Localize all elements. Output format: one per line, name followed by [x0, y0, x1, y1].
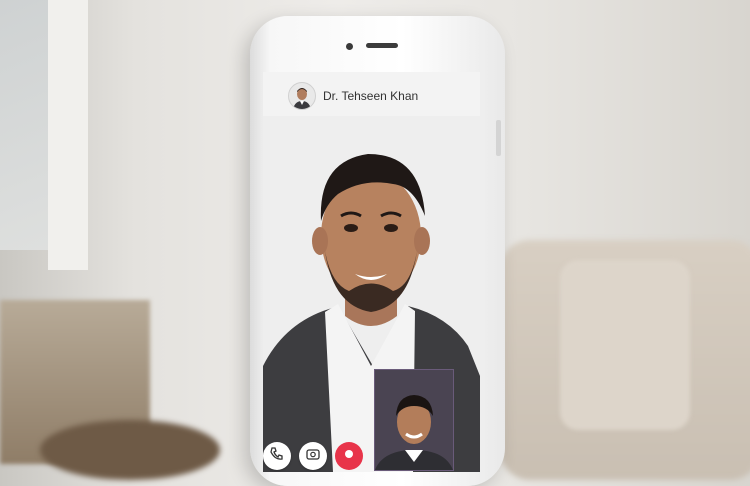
phone-screen: Dr. Tehseen Khan	[263, 72, 480, 472]
contact-avatar[interactable]	[288, 82, 316, 110]
background-window-frame	[48, 0, 88, 270]
self-view-video[interactable]	[374, 369, 454, 471]
contact-name: Dr. Tehseen Khan	[323, 89, 419, 103]
camera-switch-icon	[305, 446, 321, 467]
end-call-icon	[341, 446, 357, 467]
end-call-button[interactable]	[335, 442, 363, 470]
phone-side-button	[496, 120, 501, 156]
switch-camera-button[interactable]	[299, 442, 327, 470]
background-sofa-cushion	[560, 260, 690, 430]
background-table	[40, 420, 220, 480]
phone-icon	[269, 446, 285, 467]
phone-button[interactable]	[263, 442, 291, 470]
call-header: Dr. Tehseen Khan	[263, 72, 480, 116]
front-camera	[346, 43, 353, 50]
earpiece-speaker	[366, 43, 398, 48]
